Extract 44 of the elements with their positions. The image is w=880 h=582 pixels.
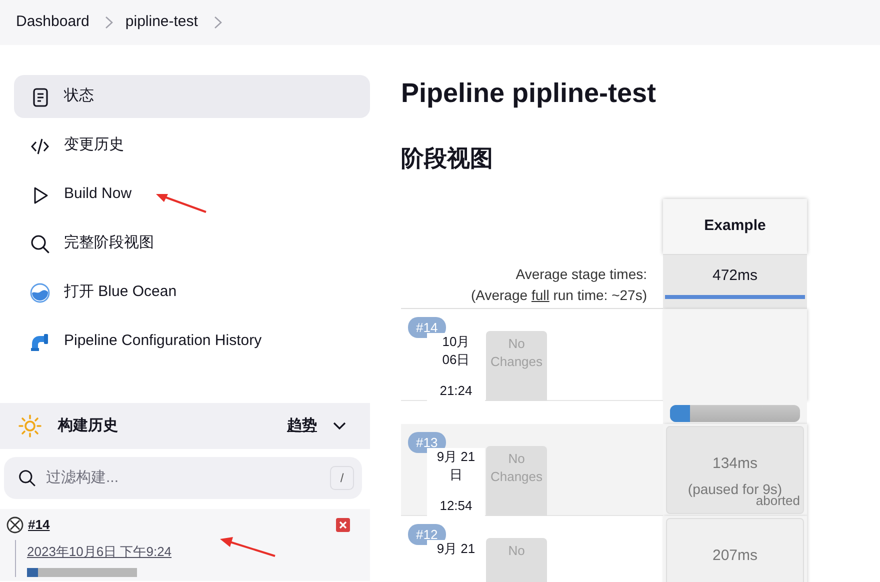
page-title: Pipeline pipline-test [401, 77, 658, 110]
average-run-time: (Average full run time: ~27s) [470, 286, 647, 305]
pipe-icon [30, 332, 50, 352]
sidebar-item[interactable]: 变更历史 [14, 124, 370, 167]
breadcrumb-link[interactable]: Dashboard [16, 11, 90, 34]
build-date-link[interactable]: 2023年10月6日 下午9:24 [27, 544, 172, 558]
breadcrumb-link[interactable]: pipline-test [125, 11, 198, 34]
stage-duration: 207ms [711, 546, 759, 566]
annotation-arrow [219, 536, 277, 558]
document-icon [30, 86, 50, 106]
section-title: 构建历史 [58, 416, 119, 436]
changes-cell: No [486, 538, 547, 582]
stage-cell[interactable]: 207ms [666, 518, 804, 582]
sidebar-item[interactable]: 完整阶段视图 [14, 222, 370, 265]
sidebar-item[interactable]: Pipeline Configuration History [14, 320, 370, 363]
changes-cell: No Changes [486, 446, 547, 516]
stage-header: Example [663, 198, 807, 254]
chevron-icon [105, 16, 114, 29]
search-icon [18, 469, 36, 487]
search-field[interactable]: 过滤构建... / [4, 457, 362, 499]
delete-icon[interactable] [336, 518, 350, 532]
average-label: Average stage times: [514, 264, 647, 284]
shortcut-key: / [330, 466, 354, 490]
trend-link[interactable]: 趋势 [287, 414, 317, 438]
sidebar-item[interactable]: 打开 Blue Ocean [14, 271, 370, 314]
chevron-icon [333, 422, 346, 430]
sidebar-item[interactable]: Build Now [14, 173, 370, 216]
filter-field[interactable]: 过滤构建... [44, 466, 330, 490]
sidebar-item[interactable]: 状态 [14, 75, 370, 118]
sun-icon [18, 414, 42, 438]
stage-cell[interactable]: 134ms (paused for 9s) aborted [666, 426, 804, 514]
search-icon [30, 234, 50, 254]
changes-cell: No Changes [486, 330, 547, 401]
build-link[interactable]: #14 [28, 515, 336, 534]
annotation-arrow [154, 192, 208, 214]
ocean-icon [30, 282, 50, 302]
average-time: 472ms [711, 266, 759, 286]
full-link[interactable]: full [531, 286, 550, 303]
run-time: 21:24 [438, 382, 474, 400]
run-time: 12:54 [438, 496, 474, 515]
chevron-icon [214, 16, 222, 29]
section-title: 阶段视图 [401, 145, 494, 173]
stage-cell[interactable] [663, 308, 807, 401]
stage-duration: 134ms [711, 454, 759, 474]
